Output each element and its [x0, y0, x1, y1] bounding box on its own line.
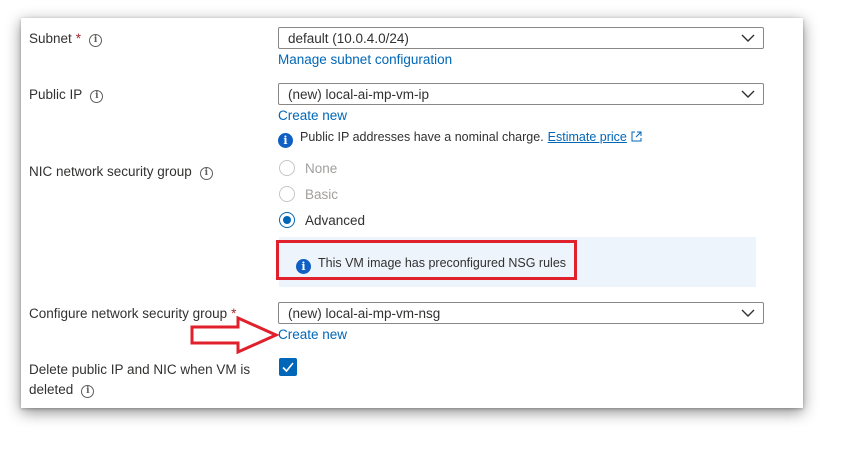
- configure-nsg-dropdown[interactable]: (new) local-ai-mp-vm-nsg: [278, 302, 764, 324]
- info-icon: i: [278, 133, 293, 148]
- networking-panel: [21, 18, 803, 408]
- subnet-dropdown[interactable]: default (10.0.4.0/24): [278, 27, 764, 49]
- configure-nsg-value: (new) local-ai-mp-vm-nsg: [288, 306, 441, 321]
- delete-option-label: Delete public IP and NIC when VM is dele…: [29, 362, 251, 398]
- info-icon[interactable]: i: [199, 167, 213, 180]
- estimate-price-link[interactable]: Estimate price: [548, 130, 627, 144]
- arrow-annotation: [190, 316, 280, 354]
- radio-button[interactable]: [279, 160, 295, 176]
- subnet-value: default (10.0.4.0/24): [288, 31, 409, 46]
- public-ip-label: Public IP i: [29, 85, 104, 105]
- public-ip-value: (new) local-ai-mp-vm-ip: [288, 87, 430, 102]
- public-ip-dropdown[interactable]: (new) local-ai-mp-vm-ip: [278, 83, 764, 105]
- create-new-nsg-link[interactable]: Create new: [278, 326, 347, 344]
- public-ip-note: i Public IP addresses have a nominal char…: [278, 128, 642, 148]
- radio-label: None: [305, 161, 338, 176]
- subnet-label: Subnet * i: [29, 29, 103, 49]
- radio-label: Advanced: [305, 213, 366, 228]
- info-icon[interactable]: i: [90, 90, 104, 103]
- nic-nsg-label: NIC network security group i: [29, 162, 213, 182]
- radio-button-selected[interactable]: [279, 212, 295, 228]
- info-icon: i: [296, 259, 311, 274]
- radio-button[interactable]: [279, 186, 295, 202]
- create-new-public-ip-link[interactable]: Create new: [278, 107, 347, 125]
- info-icon[interactable]: i: [81, 385, 95, 398]
- nsg-info-message: i This VM image has preconfigured NSG rul…: [296, 254, 566, 274]
- info-icon[interactable]: i: [89, 34, 103, 47]
- chevron-down-icon: [741, 34, 755, 42]
- chevron-down-icon: [741, 90, 755, 98]
- radio-label: Basic: [305, 187, 339, 202]
- required-mark: *: [75, 31, 82, 46]
- chevron-down-icon: [741, 309, 755, 317]
- manage-subnet-link[interactable]: Manage subnet configuration: [278, 51, 452, 69]
- delete-with-vm-checkbox[interactable]: [279, 358, 297, 376]
- external-link-icon[interactable]: [631, 131, 642, 142]
- checkmark-icon: [282, 362, 294, 373]
